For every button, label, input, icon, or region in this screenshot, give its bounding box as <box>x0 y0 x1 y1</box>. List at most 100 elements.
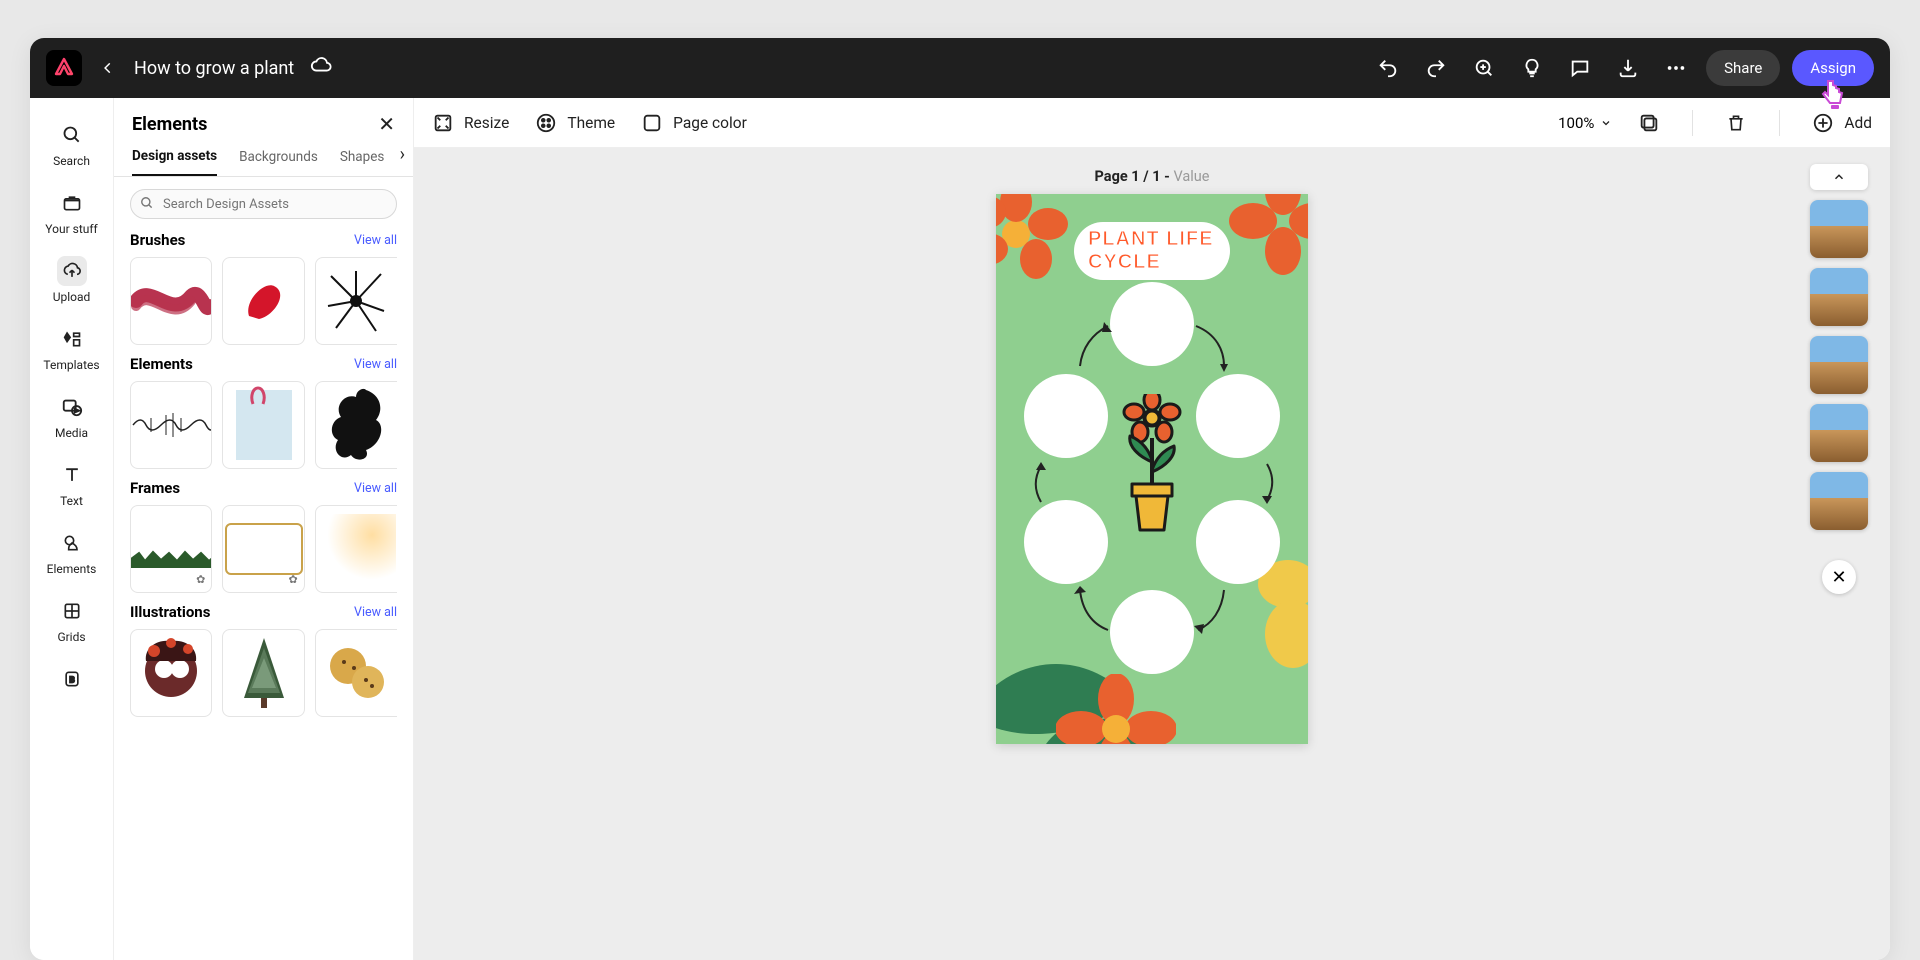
assign-button[interactable]: Assign <box>1792 50 1874 86</box>
left-rail: Search Your stuff Upload Templates Media… <box>30 98 114 960</box>
tab-design-assets[interactable]: Design assets <box>132 148 217 176</box>
rail-media[interactable]: Media <box>36 384 108 450</box>
cycle-placeholder[interactable] <box>1024 500 1108 584</box>
search-icon <box>57 120 87 150</box>
action-bar: Resize Theme Page color 100% <box>414 98 1890 148</box>
tab-shapes[interactable]: Shapes <box>340 149 385 175</box>
rail-upload[interactable]: Upload <box>36 248 108 314</box>
theme-icon <box>535 112 557 134</box>
rail-elements[interactable]: Elements <box>36 520 108 586</box>
comment-icon[interactable] <box>1562 50 1598 86</box>
brand-icon: B <box>57 664 87 694</box>
templates-icon <box>57 324 87 354</box>
brush-thumb[interactable] <box>130 257 212 345</box>
theme-button[interactable]: Theme <box>535 112 615 134</box>
canvas[interactable]: Page 1 / 1 - Value PLANT LIFE CYCLE <box>414 148 1890 960</box>
folder-icon <box>57 188 87 218</box>
upload-icon <box>57 256 87 286</box>
rail-grids[interactable]: Grids <box>36 588 108 654</box>
duplicate-page-button[interactable] <box>1638 112 1660 134</box>
flower-decoration <box>1056 674 1176 744</box>
element-thumb[interactable] <box>130 381 212 469</box>
page-color-button[interactable]: Page color <box>641 112 747 134</box>
zoom-dropdown[interactable]: 100% <box>1558 114 1612 132</box>
add-page-button[interactable]: Add <box>1812 112 1872 134</box>
panel-title: Elements <box>132 114 207 135</box>
grids-icon <box>57 596 87 626</box>
collapse-rail-button[interactable] <box>1810 164 1868 190</box>
cycle-arrow-icon <box>1026 462 1056 506</box>
section-frames-title: Frames <box>130 479 180 497</box>
share-button[interactable]: Share <box>1706 50 1780 86</box>
text-icon <box>57 460 87 490</box>
cycle-arrow-icon <box>1252 462 1282 506</box>
resize-button[interactable]: Resize <box>432 112 509 134</box>
brush-thumb[interactable] <box>222 257 304 345</box>
page-thumbnail-rail: ✕ <box>1808 164 1870 594</box>
illustration-thumb[interactable] <box>222 629 304 717</box>
search-assets-input[interactable] <box>130 189 397 219</box>
element-thumb[interactable] <box>222 381 304 469</box>
delete-page-button[interactable] <box>1725 112 1747 134</box>
tabs-scroll-right[interactable]: › <box>400 144 405 165</box>
panel-tabs: Design assets Backgrounds Shapes › <box>114 142 413 177</box>
rail-your-stuff[interactable]: Your stuff <box>36 180 108 246</box>
section-illustrations-title: Illustrations <box>130 603 210 621</box>
cycle-arrow-icon <box>1192 322 1232 374</box>
brush-thumb[interactable] <box>315 257 397 345</box>
section-brushes-title: Brushes <box>130 231 185 249</box>
search-icon <box>140 195 154 214</box>
cycle-placeholder[interactable] <box>1024 374 1108 458</box>
flower-decoration <box>1228 194 1308 276</box>
illustrations-view-all[interactable]: View all <box>354 605 397 620</box>
undo-button[interactable] <box>1370 50 1406 86</box>
elements-panel: Elements ✕ Design assets Backgrounds Sha… <box>114 98 414 960</box>
page-thumbnail[interactable] <box>1810 200 1868 258</box>
media-icon <box>57 392 87 422</box>
artboard[interactable]: PLANT LIFE CYCLE <box>996 194 1308 744</box>
illustration-thumb[interactable] <box>315 629 397 717</box>
rail-brands[interactable]: B <box>36 656 108 704</box>
assign-label: Assign <box>1810 59 1856 77</box>
frames-view-all[interactable]: View all <box>354 481 397 496</box>
page-thumbnail[interactable] <box>1810 404 1868 462</box>
zoom-plus-icon[interactable] <box>1466 50 1502 86</box>
close-rail-button[interactable]: ✕ <box>1822 560 1856 594</box>
panel-close-button[interactable]: ✕ <box>378 112 395 136</box>
rail-text[interactable]: Text <box>36 452 108 518</box>
cycle-placeholder[interactable] <box>1110 590 1194 674</box>
frame-thumb[interactable]: ✿ <box>222 505 304 593</box>
resize-icon <box>432 112 454 134</box>
download-icon[interactable] <box>1610 50 1646 86</box>
frame-thumb[interactable]: ✿ <box>130 505 212 593</box>
illustration-thumb[interactable] <box>130 629 212 717</box>
app-logo[interactable] <box>46 50 82 86</box>
rail-templates[interactable]: Templates <box>36 316 108 382</box>
elements-view-all[interactable]: View all <box>354 357 397 372</box>
page-thumbnail[interactable] <box>1810 336 1868 394</box>
page-color-icon <box>641 112 663 134</box>
cycle-placeholder[interactable] <box>1196 374 1280 458</box>
document-title[interactable]: How to grow a plant <box>134 58 294 79</box>
tab-backgrounds[interactable]: Backgrounds <box>239 149 318 175</box>
page-thumbnail[interactable] <box>1810 268 1868 326</box>
add-icon <box>1812 112 1834 134</box>
cycle-arrow-icon <box>1192 586 1232 638</box>
cycle-placeholder[interactable] <box>1110 282 1194 366</box>
brushes-view-all[interactable]: View all <box>354 233 397 248</box>
top-bar: How to grow a plant Share Assign <box>30 38 1890 98</box>
shapes-icon <box>57 528 87 558</box>
lightbulb-icon[interactable] <box>1514 50 1550 86</box>
frame-thumb[interactable] <box>315 505 397 593</box>
more-icon[interactable] <box>1658 50 1694 86</box>
cloud-sync-icon[interactable] <box>310 55 332 81</box>
cycle-arrow-icon <box>1074 322 1114 374</box>
page-thumbnail[interactable] <box>1810 472 1868 530</box>
flower-pot-icon <box>1118 394 1186 544</box>
rail-search[interactable]: Search <box>36 112 108 178</box>
back-button[interactable] <box>94 54 122 82</box>
redo-button[interactable] <box>1418 50 1454 86</box>
element-thumb[interactable] <box>315 381 397 469</box>
page-label: Page 1 / 1 - Value <box>1095 168 1210 185</box>
cycle-placeholder[interactable] <box>1196 500 1280 584</box>
